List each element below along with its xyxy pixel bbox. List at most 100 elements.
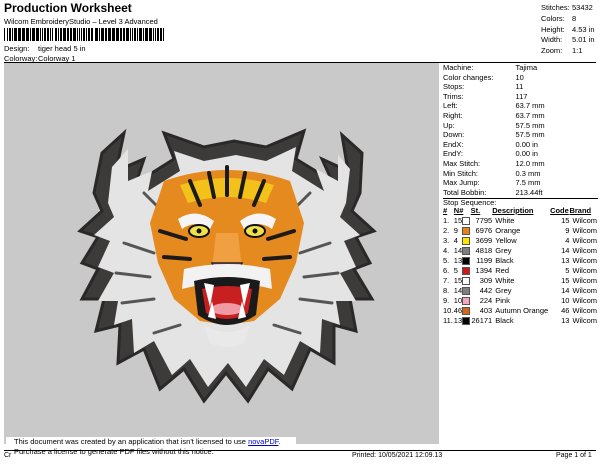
summary-value: 1:1	[572, 46, 583, 56]
param-value: 0.3 mm	[515, 168, 541, 178]
thread-description: White	[495, 216, 515, 225]
barcode-bar	[14, 28, 17, 41]
notice-period: .	[278, 437, 281, 446]
thread-brand: Wilcom	[572, 256, 598, 265]
stop-row: 2. 9 6976 Orange 9 Wilcom	[443, 226, 598, 236]
summary-value: 4.53 in	[572, 24, 595, 34]
param-row: Right: 63.7 mm	[443, 111, 545, 121]
barcode-bar	[132, 28, 133, 41]
barcode-bar	[12, 28, 13, 41]
page-number: Page 1 of 1	[556, 452, 592, 459]
param-value: 0.00 in	[515, 149, 538, 159]
stop-row: 1. 15 7795 White 15 Wilcom	[443, 216, 598, 226]
barcode-bar	[22, 28, 25, 41]
summary-value: 53432	[572, 3, 593, 12]
thread-description: Pink	[495, 296, 510, 305]
barcode-bar	[81, 28, 82, 41]
param-label: Trims:	[443, 91, 464, 101]
barcode-bar	[139, 28, 142, 41]
summary-value: 8	[572, 13, 577, 23]
param-label: Color changes:	[443, 72, 494, 82]
thread-code: 15	[561, 216, 570, 225]
param-row: EndY: 0.00 in	[443, 149, 545, 159]
design-preview	[4, 63, 439, 444]
barcode-bar	[120, 28, 122, 41]
stitch-count: 4818	[475, 246, 493, 255]
stitch-count: 6976	[475, 226, 493, 235]
param-value: 117	[515, 91, 528, 101]
stop-row: 8. 14 442 Grey 14 Wilcom	[443, 286, 598, 296]
barcode-bar	[95, 28, 98, 41]
thread-code: 15	[561, 276, 570, 285]
stop-number: 4.	[443, 246, 450, 255]
barcode-bar	[88, 28, 90, 41]
barcode-bar	[99, 28, 100, 41]
stitch-count: 442	[479, 286, 493, 295]
barcode-bar	[163, 28, 164, 41]
param-value: 57.5 mm	[515, 130, 545, 140]
barcode-bar	[79, 28, 80, 41]
license-notice: This document was created by an applicat…	[6, 437, 296, 459]
stop-number: 6.	[443, 266, 450, 275]
summary-value: 5.01 in	[572, 35, 595, 45]
barcode-bar	[70, 28, 72, 41]
thread-brand: Wilcom	[572, 306, 598, 315]
color-swatch	[462, 296, 471, 306]
thread-description: Grey	[495, 246, 512, 255]
summary-row: Height: 4.53 in	[541, 25, 595, 36]
footer-cr: Cr	[4, 452, 12, 459]
param-value: 11	[515, 82, 524, 92]
barcode-bar	[91, 28, 93, 41]
stop-number: 11.	[443, 316, 453, 325]
barcode-bar	[153, 28, 154, 41]
barcode-bar	[55, 28, 57, 41]
barcode-bar	[145, 28, 148, 41]
summary-row: Stitches: 53432	[541, 3, 595, 14]
barcode	[4, 28, 164, 41]
barcode-bar	[32, 28, 35, 41]
thread-brand: Wilcom	[572, 316, 598, 325]
param-value: 63.7 mm	[515, 110, 545, 120]
barcode-bar	[86, 28, 87, 41]
param-value: 63.7 mm	[515, 101, 545, 111]
color-swatch	[462, 256, 471, 266]
stitch-count: 3699	[475, 236, 493, 245]
param-value: 10	[515, 72, 524, 82]
needle-number: 14	[453, 246, 463, 255]
param-value: 12.0 mm	[515, 158, 545, 168]
barcode-bar	[73, 28, 76, 41]
color-swatch	[462, 266, 471, 276]
summary-label: Stitches:	[541, 3, 570, 12]
barcode-bar	[137, 28, 138, 41]
stop-row: 5. 13 1199 Black 13 Wilcom	[443, 256, 598, 266]
thread-description: Red	[495, 266, 509, 275]
stitch-count: 26171	[471, 316, 493, 325]
needle-number: 14	[453, 286, 463, 295]
thread-description: White	[495, 276, 515, 285]
thread-brand: Wilcom	[572, 276, 598, 285]
page-title: Production Worksheet	[4, 1, 132, 15]
param-label: Total Bobbin:	[443, 187, 487, 197]
stop-row: 4. 14 4818 Grey 14 Wilcom	[443, 246, 598, 256]
param-label: Stops:	[443, 82, 465, 92]
summary-table: Stitches: 53432 Colors: 8 Height: 4.53 in Widt…	[541, 3, 595, 57]
barcode-bar	[143, 28, 144, 41]
novapdf-link[interactable]: novaPDF	[248, 437, 278, 446]
thread-code: 14	[561, 286, 570, 295]
stitch-count: 1394	[475, 266, 493, 275]
thread-brand: Wilcom	[572, 226, 598, 235]
thread-description: Black	[495, 316, 514, 325]
barcode-bar	[155, 28, 156, 41]
barcode-bar	[30, 28, 31, 41]
needle-number: 5	[453, 266, 458, 275]
thread-description: Autumn Orange	[495, 306, 549, 315]
param-label: Up:	[443, 120, 455, 130]
stop-number: 5.	[443, 256, 450, 265]
thread-brand: Wilcom	[572, 236, 598, 245]
barcode-bar	[130, 28, 131, 41]
param-row: Machine: Tajima	[443, 63, 545, 73]
tiger-head-embroidery	[77, 128, 377, 404]
thread-code: 14	[561, 246, 570, 255]
param-label: Left:	[443, 101, 458, 111]
param-row: Min Stitch: 0.3 mm	[443, 169, 545, 179]
